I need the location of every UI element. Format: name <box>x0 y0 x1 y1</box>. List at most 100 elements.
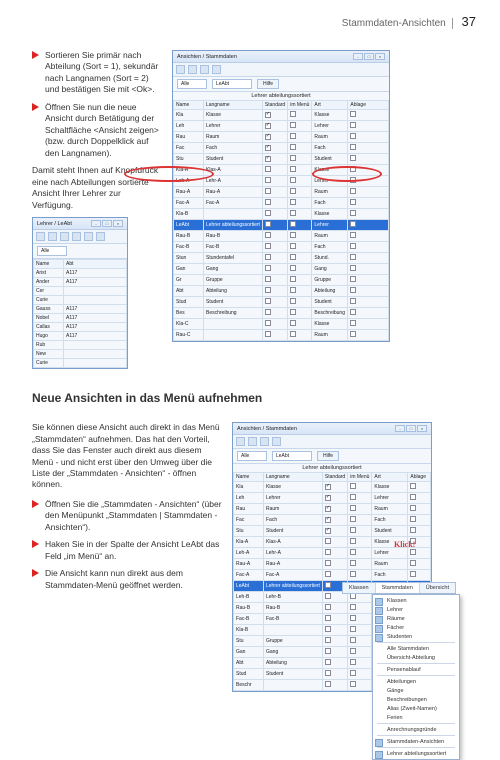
checkbox[interactable] <box>350 331 356 337</box>
checkbox[interactable] <box>325 506 331 512</box>
checkbox[interactable] <box>265 287 271 293</box>
table-row[interactable]: Rub <box>34 341 127 350</box>
menu-tab[interactable]: Klassen <box>343 583 376 593</box>
toolbar-icon[interactable] <box>36 232 45 241</box>
checkbox[interactable] <box>350 560 356 566</box>
table-row[interactable]: Fac-BFac-BFach <box>174 242 389 253</box>
checkbox[interactable] <box>265 210 271 216</box>
menu-item[interactable]: Alias (Zweit-Namen) <box>373 704 459 713</box>
table-row[interactable]: AbtAbteilungAbteilung <box>174 286 389 297</box>
checkbox[interactable] <box>410 516 416 522</box>
toolbar-icon[interactable] <box>188 65 197 74</box>
menu-item[interactable]: Studenten <box>373 632 459 641</box>
menu-item[interactable]: Gänge <box>373 686 459 695</box>
menu-item[interactable]: Fächer <box>373 623 459 632</box>
checkbox[interactable] <box>410 549 416 555</box>
table-row[interactable]: FacFachFach <box>234 515 431 526</box>
filter-combo[interactable]: Alle <box>37 246 67 256</box>
checkbox[interactable] <box>350 254 356 260</box>
checkbox[interactable] <box>290 331 296 337</box>
checkbox[interactable] <box>325 582 331 588</box>
maximize-icon[interactable]: □ <box>406 425 416 432</box>
checkbox[interactable] <box>325 604 331 610</box>
checkbox[interactable] <box>350 604 356 610</box>
menu-tab[interactable]: Übersicht <box>420 583 455 593</box>
checkbox[interactable] <box>290 166 296 172</box>
checkbox[interactable] <box>350 166 356 172</box>
table-row[interactable]: Rau-ARau-ARaum <box>234 559 431 570</box>
checkbox[interactable] <box>350 221 356 227</box>
table-row[interactable]: CallasA117 <box>34 323 127 332</box>
menu-item[interactable]: Abteilungen <box>373 677 459 686</box>
close-icon[interactable]: × <box>417 425 427 432</box>
checkbox[interactable] <box>290 243 296 249</box>
table-row[interactable]: AristA117 <box>34 269 127 278</box>
checkbox[interactable] <box>290 210 296 216</box>
checkbox[interactable] <box>265 177 271 183</box>
toolbar-icon[interactable] <box>200 65 209 74</box>
checkbox[interactable] <box>290 276 296 282</box>
toolbar-icon[interactable] <box>176 65 185 74</box>
checkbox[interactable] <box>350 144 356 150</box>
checkbox[interactable] <box>290 199 296 205</box>
checkbox[interactable] <box>325 670 331 676</box>
checkbox[interactable] <box>325 681 331 687</box>
close-icon[interactable]: × <box>375 53 385 60</box>
toolbar-icon[interactable] <box>72 232 81 241</box>
checkbox[interactable] <box>265 145 271 151</box>
checkbox[interactable] <box>350 615 356 621</box>
checkbox[interactable] <box>265 134 271 140</box>
checkbox[interactable] <box>410 571 416 577</box>
toolbar-icon[interactable] <box>84 232 93 241</box>
checkbox[interactable] <box>350 637 356 643</box>
checkbox[interactable] <box>350 483 356 489</box>
checkbox[interactable] <box>290 177 296 183</box>
table-row[interactable]: StudStudentStudent <box>174 297 389 308</box>
help-button[interactable]: Hilfe <box>257 79 279 89</box>
checkbox[interactable] <box>350 309 356 315</box>
checkbox[interactable] <box>325 538 331 544</box>
checkbox[interactable] <box>290 221 296 227</box>
checkbox[interactable] <box>350 287 356 293</box>
checkbox[interactable] <box>350 681 356 687</box>
table-row[interactable]: StuStudentStudent <box>174 154 389 165</box>
table-row[interactable]: KlaKlasseKlasse <box>174 110 389 121</box>
checkbox[interactable] <box>290 309 296 315</box>
table-row[interactable]: Curie <box>34 296 127 305</box>
checkbox[interactable] <box>265 331 271 337</box>
checkbox[interactable] <box>265 112 271 118</box>
checkbox[interactable] <box>350 155 356 161</box>
checkbox[interactable] <box>325 615 331 621</box>
checkbox[interactable] <box>290 232 296 238</box>
checkbox[interactable] <box>410 527 416 533</box>
checkbox[interactable] <box>350 648 356 654</box>
checkbox[interactable] <box>350 188 356 194</box>
checkbox[interactable] <box>350 133 356 139</box>
toolbar-icon[interactable] <box>96 232 105 241</box>
checkbox[interactable] <box>350 571 356 577</box>
table-row[interactable]: GanGangGang <box>174 264 389 275</box>
checkbox[interactable] <box>265 298 271 304</box>
checkbox[interactable] <box>265 276 271 282</box>
menu-item[interactable]: Lehrer abteilungssortiert <box>373 749 459 758</box>
checkbox[interactable] <box>265 309 271 315</box>
maximize-icon[interactable]: □ <box>102 220 112 227</box>
checkbox[interactable] <box>290 133 296 139</box>
table-row[interactable]: NobelA117 <box>34 314 127 323</box>
table-row[interactable]: GrGruppeGruppe <box>174 275 389 286</box>
checkbox[interactable] <box>265 243 271 249</box>
table-row[interactable]: StuStudentStudent <box>234 526 431 537</box>
checkbox[interactable] <box>325 549 331 555</box>
checkbox[interactable] <box>290 298 296 304</box>
checkbox[interactable] <box>290 320 296 326</box>
checkbox[interactable] <box>350 549 356 555</box>
menu-item[interactable]: Ferien <box>373 713 459 722</box>
toolbar-icon[interactable] <box>272 437 281 446</box>
checkbox[interactable] <box>350 210 356 216</box>
checkbox[interactable] <box>350 670 356 676</box>
table-row[interactable]: FacFachFach <box>174 143 389 154</box>
menu-item[interactable]: Stammdaten-Ansichten <box>373 737 459 746</box>
checkbox[interactable] <box>350 659 356 665</box>
table-row[interactable]: Kla-BKlasse <box>174 209 389 220</box>
menu-item[interactable]: Klassen <box>373 596 459 605</box>
